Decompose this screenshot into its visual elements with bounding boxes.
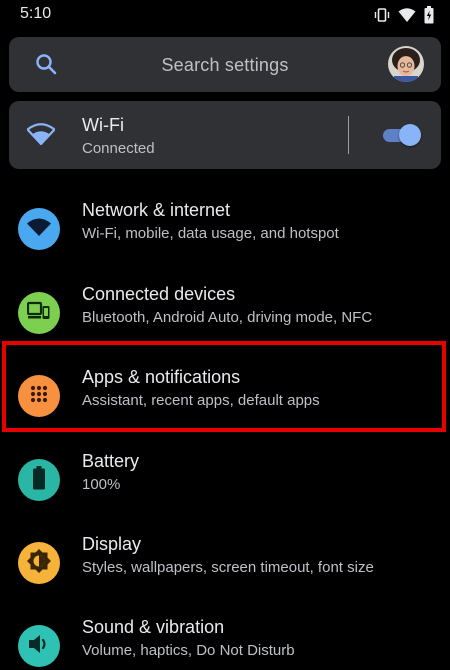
menu-icon-sound xyxy=(18,625,60,667)
menu-item-title: Battery xyxy=(82,451,140,471)
volume-icon xyxy=(27,633,51,660)
menu-item-title: Connected devices xyxy=(82,284,236,304)
highlight-box xyxy=(2,341,446,432)
battery-icon xyxy=(32,465,46,495)
menu-icon-network xyxy=(18,208,60,250)
menu-item-subtitle: Wi-Fi, mobile, data usage, and hotspot xyxy=(82,225,339,242)
menu-icon-display xyxy=(18,542,60,584)
wifi-title: Wi-Fi xyxy=(82,115,124,135)
menu-item-subtitle: Styles, wallpapers, screen timeout, font… xyxy=(82,559,374,576)
vibrate-icon xyxy=(374,7,390,23)
menu-icon-connected-devices xyxy=(18,292,60,334)
wifi-quick-card[interactable]: Wi-Fi Connected xyxy=(9,101,441,169)
status-time: 5:10 xyxy=(20,5,52,22)
brightness-icon xyxy=(26,548,52,579)
menu-item-sound[interactable]: Sound & vibration Volume, haptics, Do No… xyxy=(0,609,450,670)
devices-icon xyxy=(26,301,51,326)
divider xyxy=(348,116,349,154)
menu-item-subtitle: 100% xyxy=(82,476,121,493)
menu-item-display[interactable]: Display Styles, wallpapers, screen timeo… xyxy=(0,526,450,606)
menu-item-network[interactable]: Network & internet Wi-Fi, mobile, data u… xyxy=(0,192,450,272)
status-icons xyxy=(374,6,434,24)
search-placeholder[interactable]: Search settings xyxy=(9,55,441,76)
toggle-thumb xyxy=(399,124,421,146)
battery-charging-icon xyxy=(424,6,434,24)
menu-item-subtitle: Volume, haptics, Do Not Disturb xyxy=(82,642,295,659)
status-bar: 5:10 xyxy=(0,0,450,30)
menu-icon-battery xyxy=(18,459,60,501)
menu-item-battery[interactable]: Battery 100% xyxy=(0,443,450,523)
menu-item-title: Display xyxy=(82,534,142,554)
wifi-toggle[interactable] xyxy=(381,124,421,146)
search-bar[interactable]: Search settings xyxy=(9,37,441,92)
wifi-icon xyxy=(26,123,56,150)
menu-item-subtitle: Bluetooth, Android Auto, driving mode, N… xyxy=(82,309,373,326)
menu-item-title: Sound & vibration xyxy=(82,617,225,637)
menu-item-title: Network & internet xyxy=(82,200,231,220)
wifi-status: Connected xyxy=(82,140,155,157)
wifi-signal-icon xyxy=(398,7,416,23)
avatar[interactable] xyxy=(388,46,424,82)
wifi-icon xyxy=(26,216,52,243)
